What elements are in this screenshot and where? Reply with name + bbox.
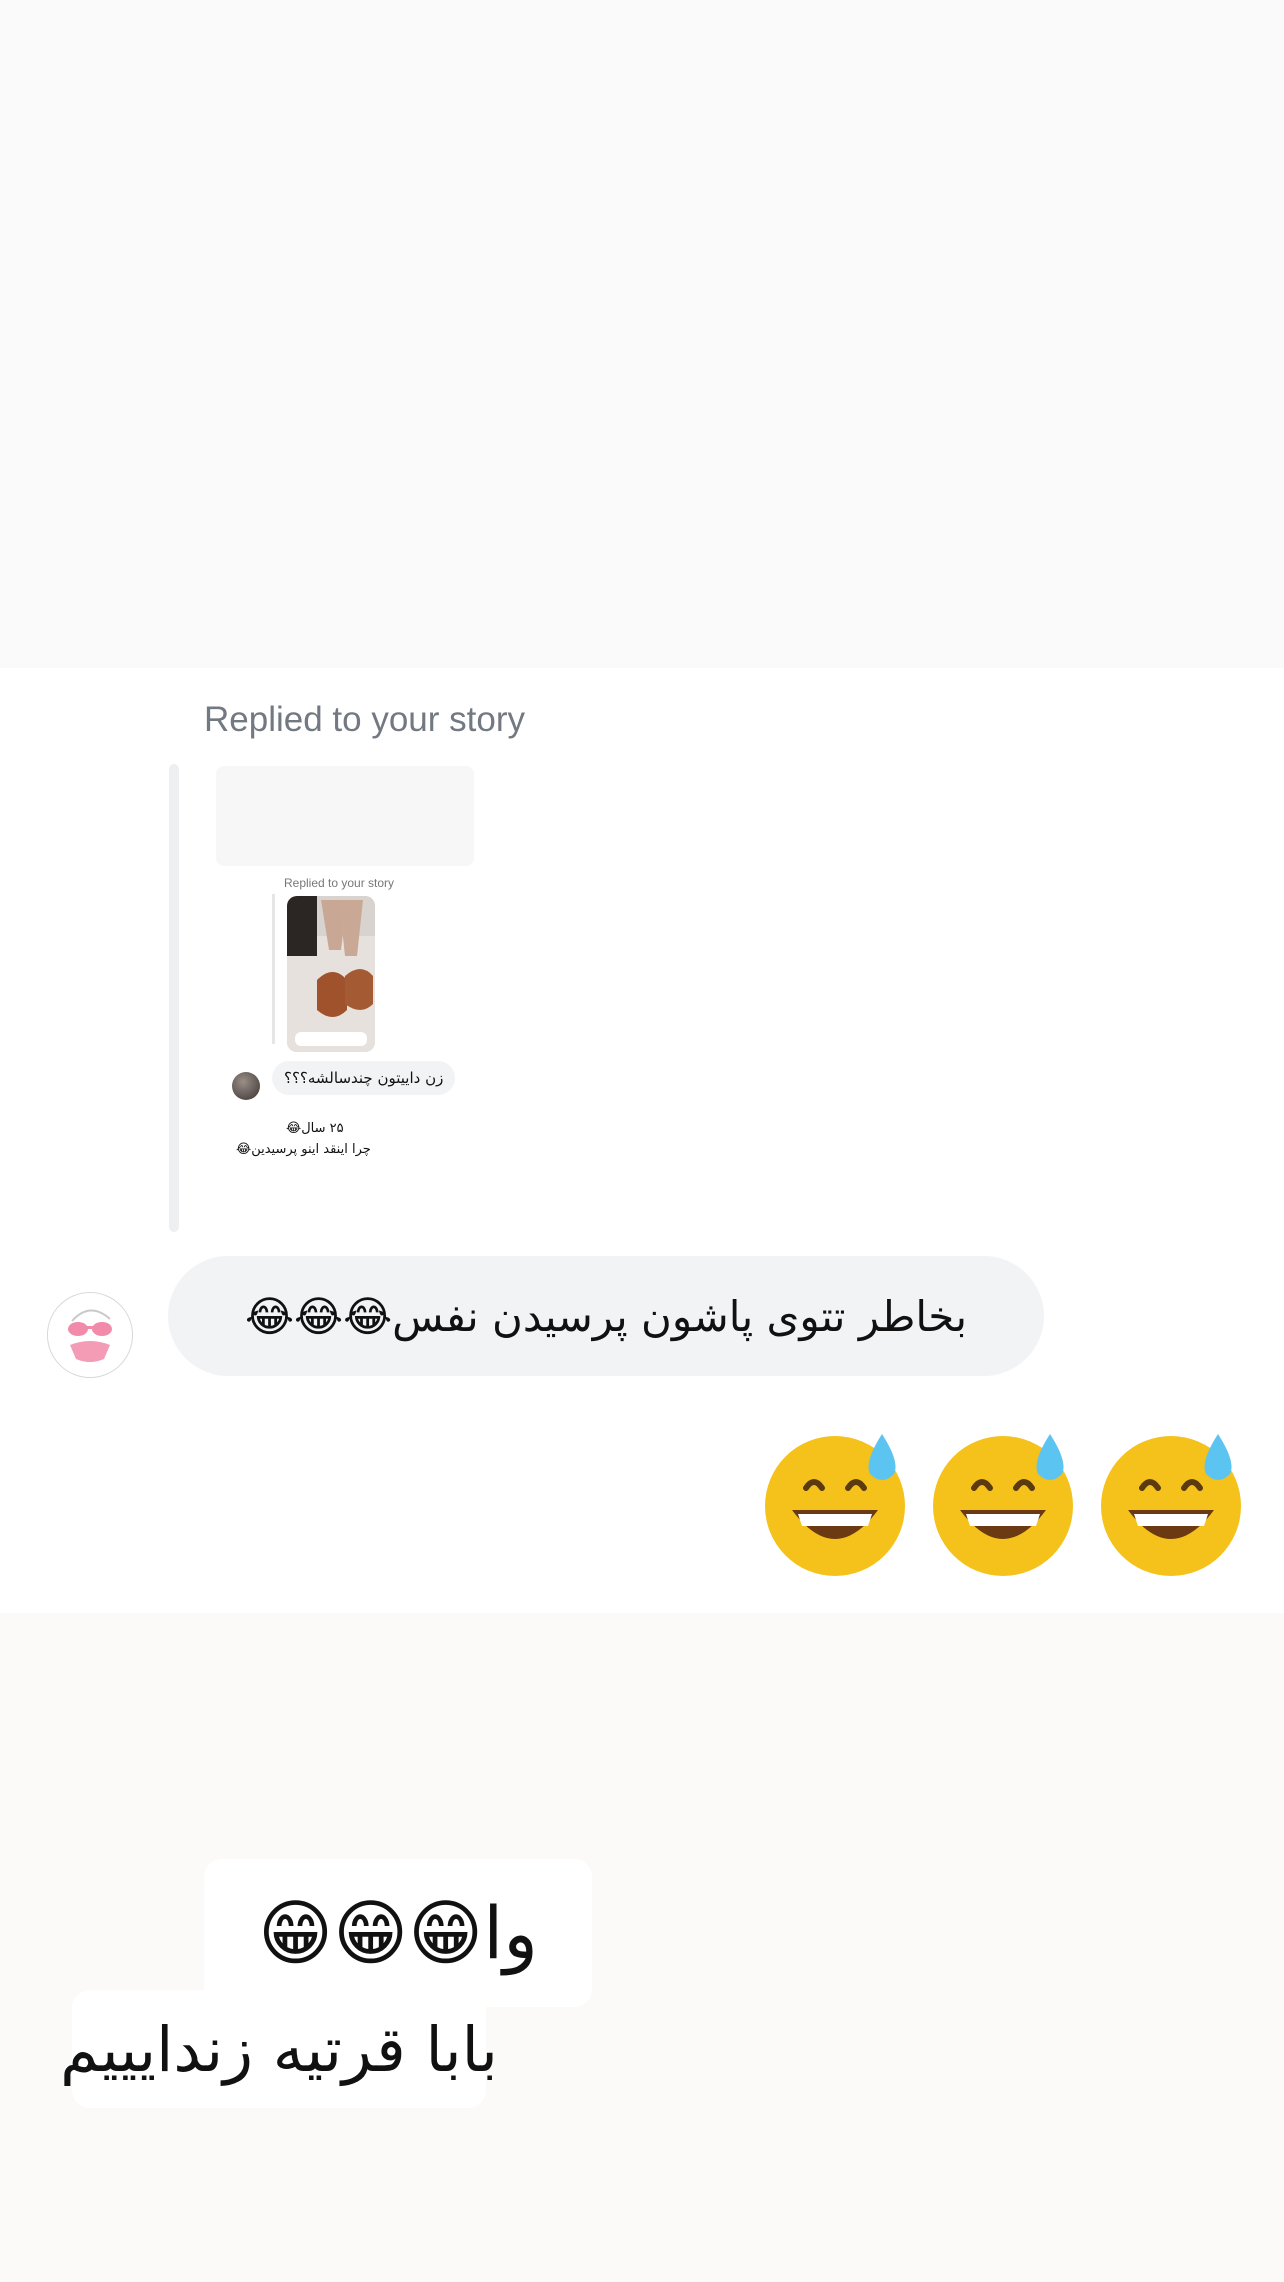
pink-sunglasses-avatar-icon — [48, 1293, 132, 1377]
message-bubble[interactable]: بخاطر تتوی پاشون پرسیدن نفس😂😂😂 — [168, 1256, 1044, 1376]
story-preview[interactable]: Replied to your story زن داییتون چندسالش… — [210, 764, 480, 1184]
top-blank-area — [0, 0, 1284, 668]
preview-message-bubble: زن داییتون چندسالشه؟؟؟ — [272, 1061, 456, 1095]
big-emoji-row[interactable] — [760, 1428, 1246, 1578]
sender-avatar[interactable] — [47, 1292, 133, 1378]
text-sticker-2: بابا قرتیه زندایییم — [60, 1990, 498, 2108]
grinning-sweat-face-icon — [765, 1434, 905, 1576]
grinning-sweat-face-icon — [1101, 1434, 1241, 1576]
feet-photo-icon — [287, 896, 375, 1052]
preview-blank-area — [216, 766, 474, 866]
text-sticker-1: وا😁😁😁 — [204, 1859, 592, 2007]
sticker-area — [0, 1613, 1284, 2282]
preview-reply-header: Replied to your story — [284, 876, 395, 890]
story-reply-header: Replied to your story — [204, 700, 525, 739]
grinning-sweat-face-icon — [933, 1434, 1073, 1576]
preview-avatar — [232, 1072, 260, 1100]
preview-reply-line-1: ۲۵ سال😂 — [286, 1121, 344, 1136]
preview-quote-bar — [272, 894, 275, 1044]
story-thumbnail[interactable] — [287, 896, 375, 1052]
quote-bar — [169, 764, 179, 1232]
preview-reply-line-2: چرا اینقد اینو پرسیدین😂 — [236, 1142, 371, 1157]
